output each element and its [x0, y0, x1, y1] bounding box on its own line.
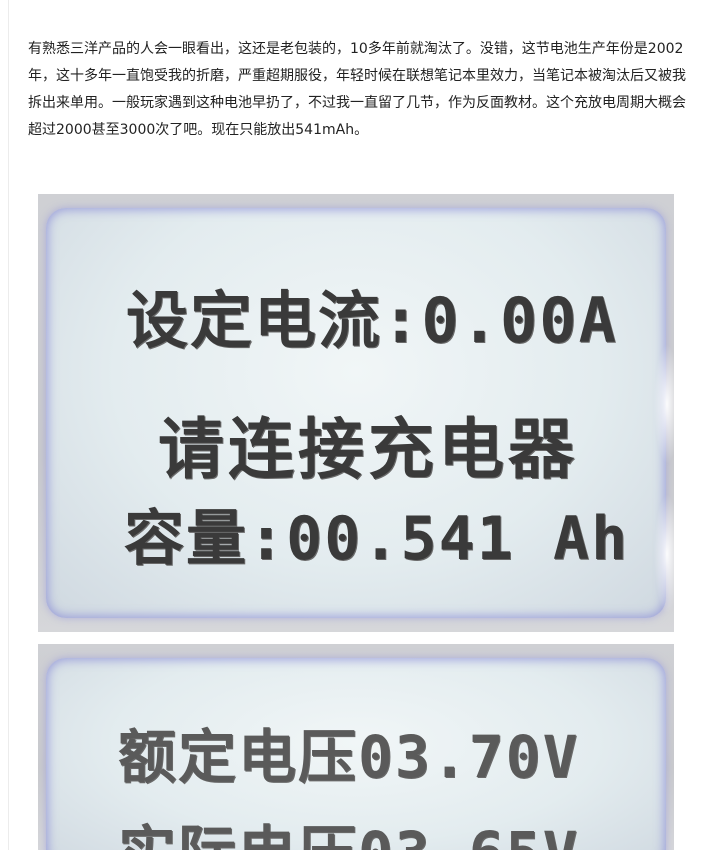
- page-divider: [8, 0, 9, 850]
- article-paragraph: 有熟悉三洋产品的人会一眼看出，这还是老包装的，10多年前就淘汰了。没错，这节电池…: [28, 41, 686, 138]
- lcd-photo-capacity: 设定电流:0.00A 请连接充电器 容量:00.541 Ah: [38, 194, 674, 632]
- lcd-photo-voltage: 额定电压03.70V 实际电压03.65V: [38, 644, 674, 850]
- lcd-screen: 设定电流:0.00A 请连接充电器 容量:00.541 Ah: [46, 208, 666, 618]
- lcd-actual-voltage: 实际电压03.65V: [118, 806, 674, 850]
- lcd-set-current: 设定电流:0.00A: [126, 284, 618, 357]
- lcd-rated-voltage: 额定电压03.70V: [118, 723, 580, 791]
- lcd-screen: 额定电压03.70V 实际电压03.65V: [46, 658, 666, 850]
- lcd-capacity: 容量:00.541 Ah: [124, 504, 630, 574]
- lcd-connect-charger: 请连接充电器: [158, 411, 578, 488]
- backlight-glow: [654, 344, 674, 464]
- backlight-glow: [654, 494, 674, 614]
